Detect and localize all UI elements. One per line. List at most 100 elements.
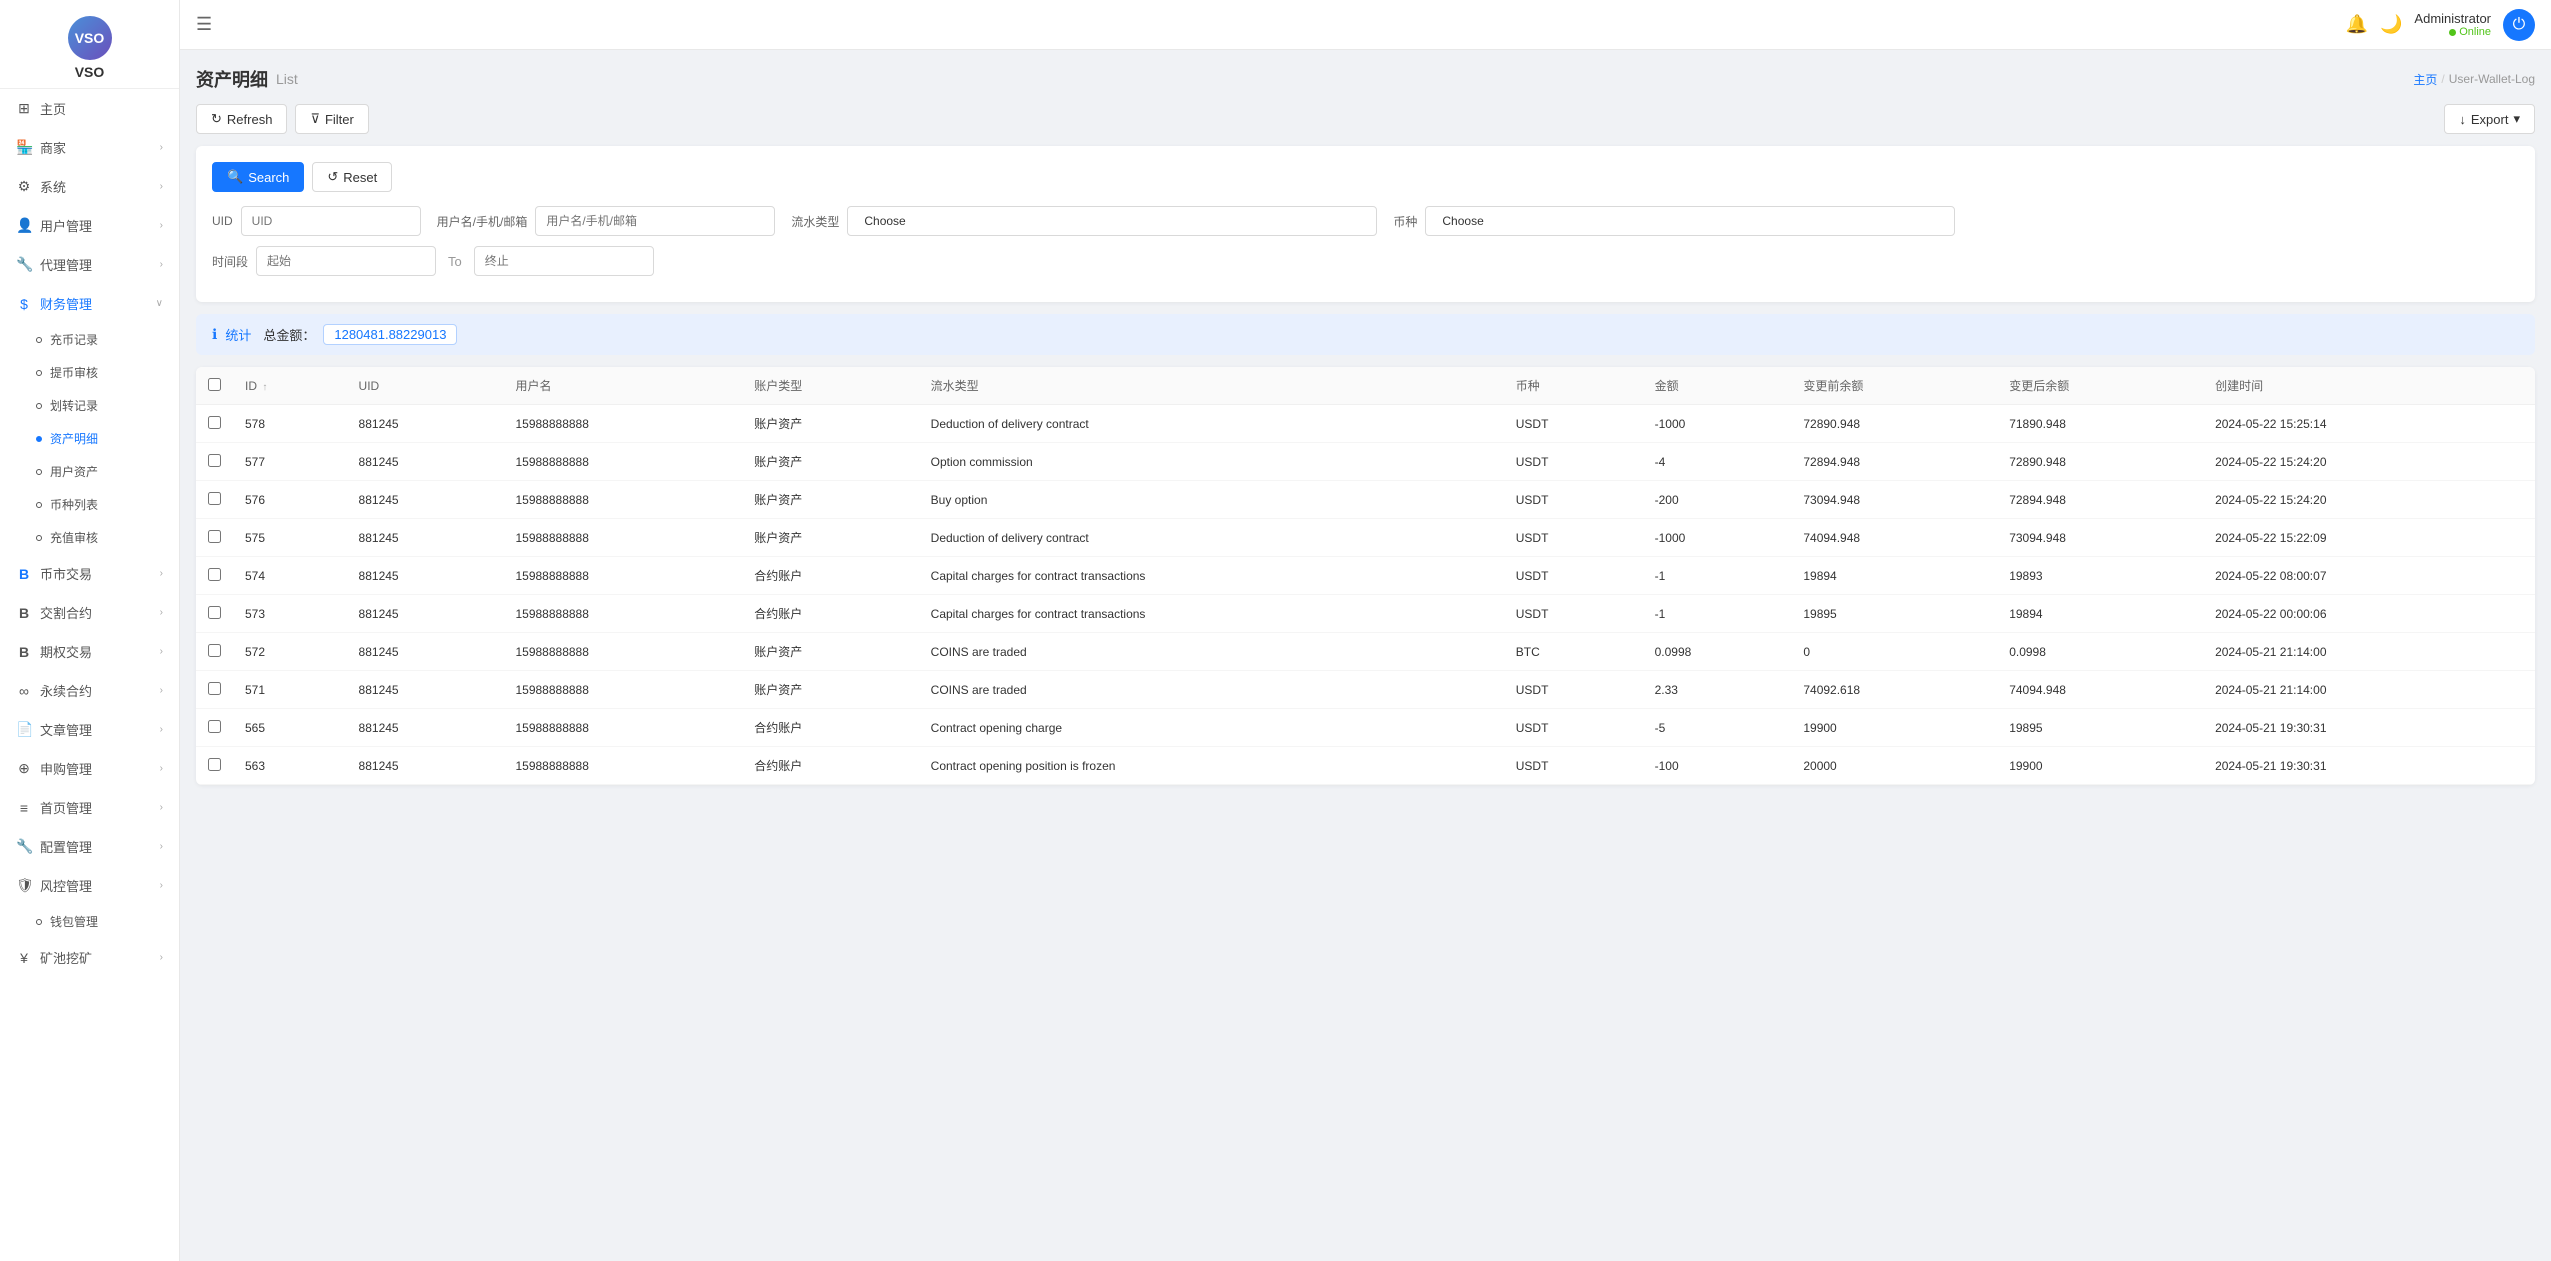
flow-type-choose-button[interactable]: Choose <box>847 206 1377 236</box>
sidebar-item-user-management[interactable]: 👤 用户管理 › <box>0 206 179 245</box>
sidebar-item-article[interactable]: 📄 文章管理 › <box>0 710 179 749</box>
row-before-balance: 74094.948 <box>1791 519 1997 557</box>
row-checkbox[interactable] <box>208 644 221 657</box>
flow-type-label: 流水类型 <box>791 213 839 230</box>
sidebar-item-config-label: 配置管理 <box>40 837 160 856</box>
sort-icon[interactable]: ↑ <box>262 382 267 393</box>
export-button[interactable]: ↓ Export ▾ <box>2444 104 2535 134</box>
reset-label: Reset <box>343 170 377 185</box>
sidebar-item-perpetual[interactable]: ∞ 永续合约 › <box>0 671 179 710</box>
sidebar-item-home-label: 主页 <box>40 99 163 118</box>
export-dropdown-icon: ▾ <box>2513 111 2520 127</box>
hamburger-icon[interactable]: ☰ <box>196 14 212 35</box>
sidebar-item-system[interactable]: ⚙ 系统 › <box>0 167 179 206</box>
coin-choose-button[interactable]: Choose <box>1425 206 1955 236</box>
sidebar-subitem-recharge-audit[interactable]: 充值审核 <box>0 521 179 554</box>
notification-icon[interactable]: 🔔 <box>2346 14 2368 35</box>
table-header-before-balance: 变更前余额 <box>1791 367 1997 405</box>
row-flow-type: Capital charges for contract transaction… <box>919 557 1504 595</box>
sidebar-item-coin-trading[interactable]: B 币市交易 › <box>0 554 179 593</box>
row-uid: 881245 <box>347 405 504 443</box>
reset-button[interactable]: ↺ Reset <box>312 162 392 192</box>
theme-icon[interactable]: 🌙 <box>2380 14 2402 35</box>
uid-input[interactable] <box>241 206 421 236</box>
sidebar-item-delivery-contract[interactable]: B 交割合约 › <box>0 593 179 632</box>
sidebar-item-homepage[interactable]: ≡ 首页管理 › <box>0 788 179 827</box>
row-username: 15988888888 <box>503 557 742 595</box>
dot-icon-6 <box>36 502 42 508</box>
sidebar-item-config[interactable]: 🔧 配置管理 › <box>0 827 179 866</box>
sidebar-item-finance[interactable]: $ 财务管理 ∨ <box>0 284 179 323</box>
search-row-1: UID 用户名/手机/邮箱 流水类型 Choose 币种 Choose <box>212 206 2519 236</box>
row-after-balance: 74094.948 <box>1997 671 2203 709</box>
row-after-balance: 0.0998 <box>1997 633 2203 671</box>
row-checkbox[interactable] <box>208 568 221 581</box>
time-end-input[interactable] <box>474 246 654 276</box>
row-id: 572 <box>233 633 347 671</box>
search-button[interactable]: 🔍 Search <box>212 162 304 192</box>
row-uid: 881245 <box>347 519 504 557</box>
table-header-username: 用户名 <box>503 367 742 405</box>
sidebar-item-options[interactable]: B 期权交易 › <box>0 632 179 671</box>
row-uid: 881245 <box>347 633 504 671</box>
row-account-type: 合约账户 <box>742 595 918 633</box>
row-id: 574 <box>233 557 347 595</box>
sidebar-item-delivery-contract-label: 交割合约 <box>40 603 160 622</box>
sidebar-item-subscription[interactable]: ⊕ 申购管理 › <box>0 749 179 788</box>
options-icon: B <box>16 644 32 660</box>
sidebar-subitem-asset-detail[interactable]: 资产明细 <box>0 422 179 455</box>
row-amount: -5 <box>1643 709 1792 747</box>
sidebar-item-home[interactable]: ⊞ 主页 <box>0 89 179 128</box>
user-info: Administrator Online <box>2414 11 2491 38</box>
chevron-right-icon-11: › <box>160 802 163 813</box>
row-checkbox[interactable] <box>208 682 221 695</box>
chevron-right-icon-8: › <box>160 685 163 696</box>
sidebar-item-agent-management[interactable]: 🔧 代理管理 › <box>0 245 179 284</box>
sidebar-item-risk[interactable]: 🛡 风控管理 › <box>0 866 179 905</box>
dot-icon-7 <box>36 535 42 541</box>
row-id: 577 <box>233 443 347 481</box>
sidebar-subitem-withdrawal[interactable]: 提币审核 <box>0 356 179 389</box>
sidebar-subitem-deposit[interactable]: 充币记录 <box>0 323 179 356</box>
merchant-icon: 🏪 <box>16 139 32 156</box>
row-checkbox[interactable] <box>208 454 221 467</box>
row-checkbox[interactable] <box>208 606 221 619</box>
row-username: 15988888888 <box>503 481 742 519</box>
row-uid: 881245 <box>347 709 504 747</box>
time-range-label: 时间段 <box>212 253 248 270</box>
row-coin: USDT <box>1504 595 1643 633</box>
select-all-checkbox[interactable] <box>208 378 221 391</box>
time-start-input[interactable] <box>256 246 436 276</box>
row-checkbox[interactable] <box>208 758 221 771</box>
chevron-right-icon-4: › <box>160 259 163 270</box>
filter-button[interactable]: ⊽ Filter <box>295 104 368 134</box>
row-after-balance: 19895 <box>1997 709 2203 747</box>
row-coin: USDT <box>1504 519 1643 557</box>
sidebar-item-mining[interactable]: ¥ 矿池挖矿 › <box>0 938 179 977</box>
sidebar-subitem-transfer[interactable]: 划转记录 <box>0 389 179 422</box>
row-account-type: 账户资产 <box>742 519 918 557</box>
row-checkbox[interactable] <box>208 416 221 429</box>
sidebar-subitem-wallet[interactable]: 钱包管理 <box>0 905 179 938</box>
sidebar-subitem-coin-list[interactable]: 币种列表 <box>0 488 179 521</box>
stats-total-amount: 1280481.88229013 <box>323 324 457 345</box>
table-header-amount: 金额 <box>1643 367 1792 405</box>
sidebar-subitem-coin-list-label: 币种列表 <box>50 496 98 513</box>
row-flow-type: Buy option <box>919 481 1504 519</box>
sidebar-item-merchant-label: 商家 <box>40 138 160 157</box>
content: 资产明细 List 主页 / User-Wallet-Log ↻ Refresh… <box>180 50 2551 1261</box>
sidebar-item-merchant[interactable]: 🏪 商家 › <box>0 128 179 167</box>
breadcrumb-home[interactable]: 主页 <box>2413 71 2437 88</box>
power-button[interactable]: ⏻ <box>2503 9 2535 41</box>
row-checkbox[interactable] <box>208 720 221 733</box>
username-input[interactable] <box>535 206 775 236</box>
sidebar-item-options-label: 期权交易 <box>40 642 160 661</box>
row-username: 15988888888 <box>503 633 742 671</box>
refresh-button[interactable]: ↻ Refresh <box>196 104 287 134</box>
row-checkbox[interactable] <box>208 492 221 505</box>
row-checkbox[interactable] <box>208 530 221 543</box>
row-coin: USDT <box>1504 671 1643 709</box>
sidebar-subitem-user-asset[interactable]: 用户资产 <box>0 455 179 488</box>
row-username: 15988888888 <box>503 519 742 557</box>
row-account-type: 账户资产 <box>742 671 918 709</box>
